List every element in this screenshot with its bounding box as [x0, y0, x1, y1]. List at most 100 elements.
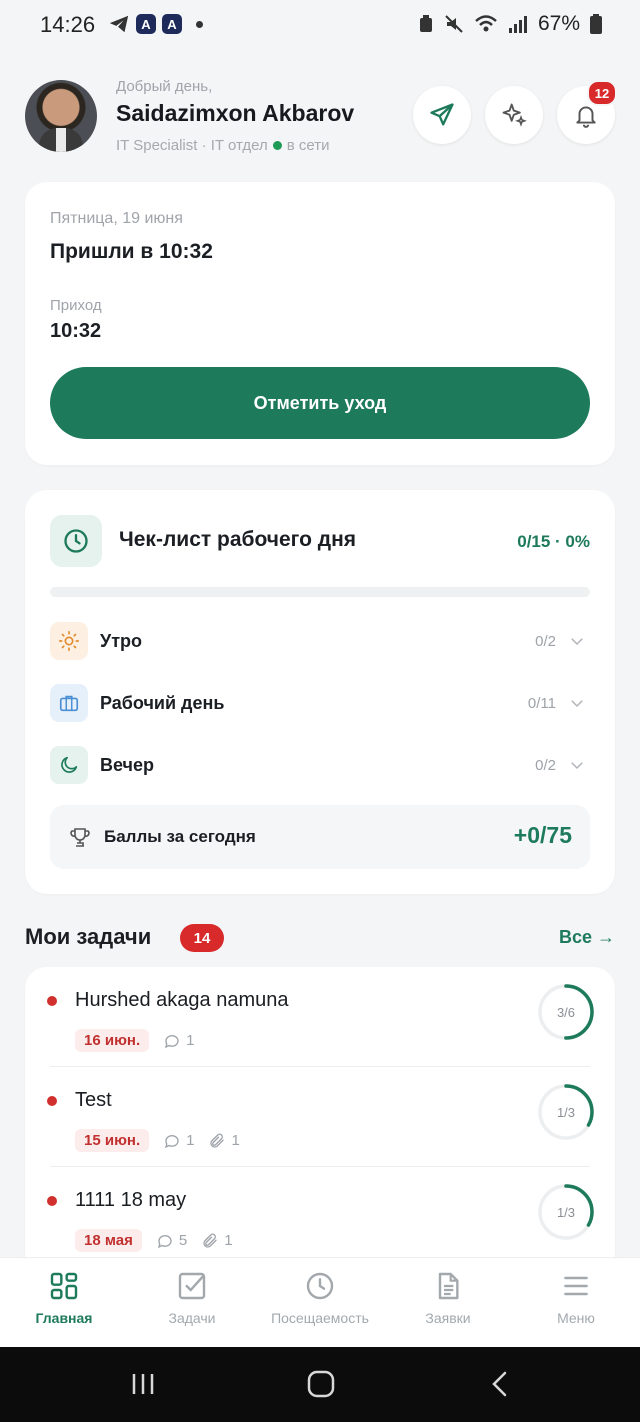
- more-notifications-icon: [196, 20, 203, 28]
- tab-label: Главная: [35, 1310, 93, 1326]
- bottom-tab-bar: Главная Задачи Посещаемость Заявки Меню: [0, 1257, 640, 1348]
- user-role: IT Specialist · IT отдел: [116, 137, 268, 154]
- tab-label: Посещаемость: [271, 1310, 369, 1326]
- chevron-down-icon: [571, 700, 583, 708]
- recent-apps-icon: [132, 1374, 154, 1394]
- greeting-text: Добрый день,: [116, 78, 213, 95]
- current-date: Пятница, 19 июня: [50, 210, 183, 227]
- telegram-icon: [109, 15, 129, 33]
- status-bar: 14:26 A A 67%: [0, 0, 640, 52]
- wifi-icon: [475, 15, 497, 32]
- task-meta: 15 июн. 1 1: [75, 1129, 240, 1152]
- tasks-title: Мои задачи: [25, 924, 152, 949]
- tasks-header: Мои задачи 14 Все →: [25, 922, 615, 958]
- paperclip-icon: [203, 1233, 217, 1248]
- task-progress-ring: 3/6: [537, 983, 595, 1041]
- points-today: Баллы за сегодня +0/75: [50, 805, 590, 869]
- task-attachments: 1: [201, 1232, 233, 1250]
- notifications-button[interactable]: 12: [557, 80, 617, 144]
- menu-icon: [564, 1276, 588, 1296]
- grid-icon: [50, 1272, 78, 1300]
- notifications-badge: 12: [587, 80, 617, 106]
- send-button[interactable]: [413, 86, 471, 144]
- app-a-icon: A: [162, 14, 182, 34]
- task-item[interactable]: Test 15 июн. 1 1 1/3: [25, 1067, 615, 1167]
- checklist-clock-icon: [50, 515, 102, 567]
- task-title: Test: [75, 1089, 112, 1111]
- back-button[interactable]: [488, 1369, 512, 1399]
- avatar[interactable]: [25, 80, 97, 152]
- tab-menu[interactable]: Меню: [512, 1270, 640, 1340]
- checkbox-icon: [178, 1272, 206, 1300]
- tab-label: Заявки: [425, 1310, 471, 1326]
- status-time: 14:26: [40, 12, 96, 37]
- user-name: Saidazimxon Akbarov: [116, 100, 355, 126]
- attendance-card: Пятница, 19 июня Пришли в 10:32 Приход 1…: [25, 182, 615, 465]
- task-progress-ring: 1/3: [537, 1183, 595, 1241]
- online-status-dot: [272, 141, 282, 150]
- paperclip-icon: [210, 1133, 225, 1148]
- send-icon: [430, 103, 454, 126]
- attachment-count: 1: [224, 1232, 233, 1249]
- status-system-icons: 67%: [418, 12, 602, 36]
- task-comments: 1: [163, 1132, 194, 1150]
- task-progress-label: 1/3: [556, 1204, 576, 1220]
- comment-count: 1: [186, 1032, 195, 1049]
- priority-dot: [47, 996, 57, 1006]
- tab-tasks[interactable]: Задачи: [128, 1270, 256, 1340]
- checklist-progress: 0/15 · 0%: [517, 532, 590, 551]
- home-button[interactable]: [305, 1369, 337, 1399]
- checklist-card: Чек-лист рабочего дня 0/15 · 0% Утро 0/2…: [25, 490, 615, 894]
- status-notification-icons: A A: [108, 13, 203, 35]
- priority-dot: [47, 1096, 57, 1106]
- section-workday[interactable]: Рабочий день 0/11: [50, 684, 590, 722]
- section-evening[interactable]: Вечер 0/2: [50, 746, 590, 784]
- tab-requests[interactable]: Заявки: [384, 1270, 512, 1340]
- checklist-title: Чек-лист рабочего дня: [119, 528, 357, 551]
- alarm-icon: [419, 15, 432, 32]
- task-progress-label: 3/6: [556, 1004, 576, 1020]
- bell-icon: [576, 106, 596, 128]
- back-icon: [492, 1371, 507, 1397]
- signal-icon: [508, 16, 527, 33]
- checklist-progress-bar: [50, 587, 590, 597]
- task-meta: 16 июн. 1: [75, 1029, 194, 1052]
- attachment-count: 1: [231, 1132, 240, 1149]
- battery-percent: 67%: [537, 12, 580, 35]
- task-item[interactable]: 1111 18 may 18 мая 5 1 1/3: [25, 1167, 615, 1267]
- arrival-label: Приход: [50, 297, 102, 314]
- task-meta: 18 мая 5 1: [75, 1229, 233, 1252]
- task-comments: 1: [163, 1032, 194, 1050]
- battery-icon: [590, 14, 602, 34]
- arrival-time: 10:32: [50, 320, 102, 342]
- points-value: +0/75: [513, 822, 572, 848]
- section-count: 0/2: [535, 633, 556, 650]
- tab-home[interactable]: Главная: [0, 1270, 128, 1340]
- tab-attendance[interactable]: Посещаемость: [256, 1270, 384, 1340]
- recent-apps-button[interactable]: [128, 1369, 158, 1399]
- chevron-down-icon: [571, 762, 583, 770]
- section-count: 0/11: [527, 695, 556, 712]
- chevron-down-icon: [571, 638, 583, 646]
- section-count: 0/2: [535, 757, 556, 774]
- sun-icon: [50, 622, 88, 660]
- comment-count: 5: [178, 1232, 188, 1249]
- tasks-all-link[interactable]: Все →: [559, 927, 615, 948]
- document-icon: [438, 1272, 459, 1300]
- home-icon: [307, 1370, 335, 1398]
- section-label: Рабочий день: [100, 693, 225, 713]
- task-due-date: 15 июн.: [75, 1129, 150, 1152]
- profile-header: Добрый день, Saidazimxon Akbarov IT Spec…: [0, 70, 640, 170]
- priority-dot: [47, 1196, 57, 1206]
- checkout-button[interactable]: Отметить уход: [50, 367, 590, 439]
- task-attachments: 1: [208, 1132, 240, 1150]
- task-due-date: 16 июн.: [75, 1029, 150, 1052]
- task-item[interactable]: Hurshed akaga namuna 16 июн. 1 3/6: [25, 967, 615, 1067]
- briefcase-icon: [50, 684, 88, 722]
- task-title: Hurshed akaga namuna: [75, 989, 289, 1011]
- section-morning[interactable]: Утро 0/2: [50, 622, 590, 660]
- comment-icon: [165, 1034, 179, 1048]
- clock-icon: [306, 1272, 334, 1300]
- ai-sparkle-button[interactable]: [485, 86, 543, 144]
- mute-icon: [445, 15, 463, 33]
